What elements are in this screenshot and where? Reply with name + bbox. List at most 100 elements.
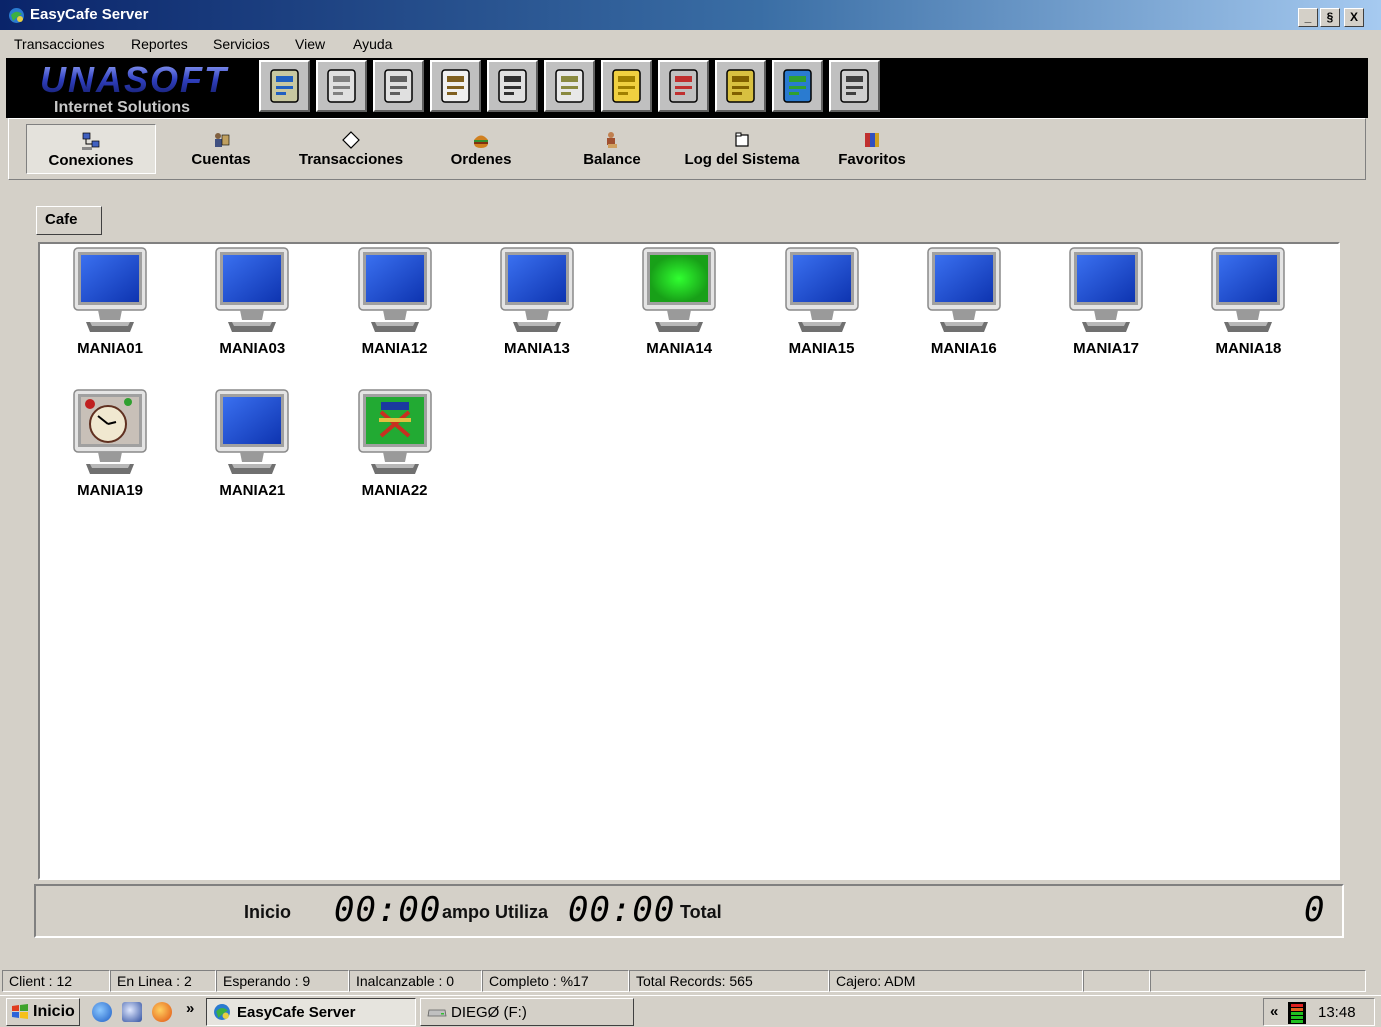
nav-label: Balance	[583, 151, 641, 168]
client-mania22[interactable]: MANIA22	[330, 388, 460, 513]
unasoft-logo: UNASOFT Internet Solutions	[40, 60, 229, 116]
total-label: Total	[680, 902, 722, 922]
monitor-icon	[215, 389, 290, 474]
easycafe-app-icon	[9, 8, 24, 23]
tab-cafe[interactable]: Cafe	[36, 206, 102, 235]
monitor-icon	[1211, 247, 1286, 332]
nav-conexiones[interactable]: Conexiones	[26, 124, 156, 174]
logo-brand: UNASOFT	[40, 60, 229, 100]
close-button[interactable]: X	[1344, 8, 1364, 27]
client-mania03[interactable]: MANIA03	[187, 246, 317, 371]
burger-icon	[474, 135, 488, 148]
client-name: MANIA22	[361, 482, 428, 499]
tray-clock: 13:48	[1318, 1004, 1356, 1021]
monitor-icon	[73, 247, 147, 332]
nav-bar: Conexiones Cuentas Transacciones Ordenes…	[8, 118, 1366, 180]
task-label: DIEGØ (F:)	[451, 1004, 527, 1021]
title-bar[interactable]: EasyCafe Server _ § X	[0, 0, 1381, 30]
monitor-icon	[73, 389, 147, 474]
maximize-button[interactable]: §	[1320, 8, 1340, 27]
menu-reportes[interactable]: Reportes	[131, 36, 188, 52]
nav-log-del-sistema[interactable]: Log del Sistema	[677, 124, 807, 174]
client-mania16[interactable]: MANIA16	[899, 246, 1029, 371]
start-button[interactable]: Inicio	[6, 998, 80, 1026]
favorites-icon	[865, 133, 879, 147]
door-icon[interactable]	[715, 60, 766, 112]
keypad-icon[interactable]	[487, 60, 538, 112]
status-cashier: Cajero: ADM	[829, 970, 1083, 992]
gears-icon[interactable]	[430, 60, 481, 112]
inicio-time: 00:00	[334, 890, 442, 930]
monitor-icon	[1069, 247, 1143, 332]
monitor-icon	[500, 247, 574, 332]
calculator-icon[interactable]	[259, 60, 310, 112]
nav-favoritos[interactable]: Favoritos	[807, 124, 937, 174]
total-value: 0	[1304, 890, 1326, 930]
nav-label: Transacciones	[298, 151, 404, 168]
nav-label: Log del Sistema	[684, 151, 800, 168]
tray-meter-icon[interactable]	[1288, 1002, 1306, 1024]
internet-explorer-icon[interactable]	[92, 1002, 112, 1022]
status-waiting: Esperando : 9	[216, 970, 349, 992]
client-name: MANIA21	[219, 482, 286, 499]
client-mania14[interactable]: MANIA14	[614, 246, 744, 371]
clipboard-icon[interactable]	[373, 60, 424, 112]
quicklaunch-chevron[interactable]: »	[186, 1000, 194, 1017]
client-name: MANIA01	[77, 340, 143, 357]
balance-icon	[607, 132, 617, 148]
menu-transacciones[interactable]: Transacciones	[14, 36, 105, 52]
client-mania21[interactable]: MANIA21	[187, 388, 317, 513]
monitor-icon	[927, 247, 1001, 332]
nav-label: Cuentas	[191, 151, 251, 168]
user-door-icon[interactable]	[658, 60, 709, 112]
client-name: MANIA13	[503, 340, 570, 357]
client-name: MANIA15	[788, 340, 855, 357]
tiempo-utilizado-time: 00:00	[568, 890, 676, 930]
monitor-icon	[357, 389, 432, 474]
tray-chevron[interactable]: «	[1270, 1003, 1278, 1020]
documents-icon[interactable]	[316, 60, 367, 112]
status-unreachable: Inalcanzable : 0	[349, 970, 482, 992]
system-tray: « 13:48	[1263, 998, 1375, 1026]
pen-paper-icon[interactable]	[829, 60, 880, 112]
status-panel-empty	[1150, 970, 1366, 992]
window-title: EasyCafe Server	[30, 6, 149, 23]
client-mania13[interactable]: MANIA13	[472, 246, 602, 371]
menu-view[interactable]: View	[295, 36, 325, 52]
easycafe-task-icon	[214, 1004, 230, 1020]
client-mania17[interactable]: MANIA17	[1041, 246, 1171, 371]
client-mania18[interactable]: MANIA18	[1183, 246, 1313, 371]
menu-bar: Transacciones Reportes Servicios View Ay…	[0, 30, 1381, 58]
status-complete: Completo : %17	[482, 970, 629, 992]
keys-icon[interactable]	[544, 60, 595, 112]
icon-toolbar: UNASOFT Internet Solutions	[6, 58, 1368, 118]
status-total-records: Total Records: 565	[629, 970, 829, 992]
task-easycafe-server[interactable]: EasyCafe Server	[206, 998, 416, 1026]
firefox-icon[interactable]	[152, 1002, 172, 1022]
nav-balance[interactable]: Balance	[547, 124, 677, 174]
menu-ayuda[interactable]: Ayuda	[353, 36, 392, 52]
accounts-icon	[215, 133, 230, 147]
drive-icon	[427, 1009, 447, 1017]
timer-bar: Inicio 00:00 ampo Utiliza 00:00 Total 0	[34, 884, 1344, 938]
nav-cuentas[interactable]: Cuentas	[156, 124, 286, 174]
logo-tagline: Internet Solutions	[54, 99, 190, 116]
menu-servicios[interactable]: Servicios	[213, 36, 270, 52]
start-label: Inicio	[33, 1003, 75, 1020]
minimize-button[interactable]: _	[1298, 8, 1318, 27]
inicio-label: Inicio	[244, 902, 292, 922]
client-mania01[interactable]: MANIA01	[45, 246, 175, 371]
client-mania19[interactable]: MANIA19	[45, 388, 175, 513]
client-mania15[interactable]: MANIA15	[757, 246, 887, 371]
nav-transacciones[interactable]: Transacciones	[286, 124, 416, 174]
globe-icon[interactable]	[772, 60, 823, 112]
status-bar: Client : 12 En Linea : 2 Esperando : 9 I…	[0, 968, 1381, 994]
log-icon	[735, 132, 749, 147]
desktop-icon[interactable]	[122, 1002, 142, 1022]
nav-ordenes[interactable]: Ordenes	[416, 124, 546, 174]
key-icon[interactable]	[601, 60, 652, 112]
windows-logo-icon	[12, 1004, 28, 1019]
task-drive-f[interactable]: DIEGØ (F:)	[420, 998, 634, 1026]
client-mania12[interactable]: MANIA12	[330, 246, 460, 371]
task-label: EasyCafe Server	[237, 1004, 356, 1021]
